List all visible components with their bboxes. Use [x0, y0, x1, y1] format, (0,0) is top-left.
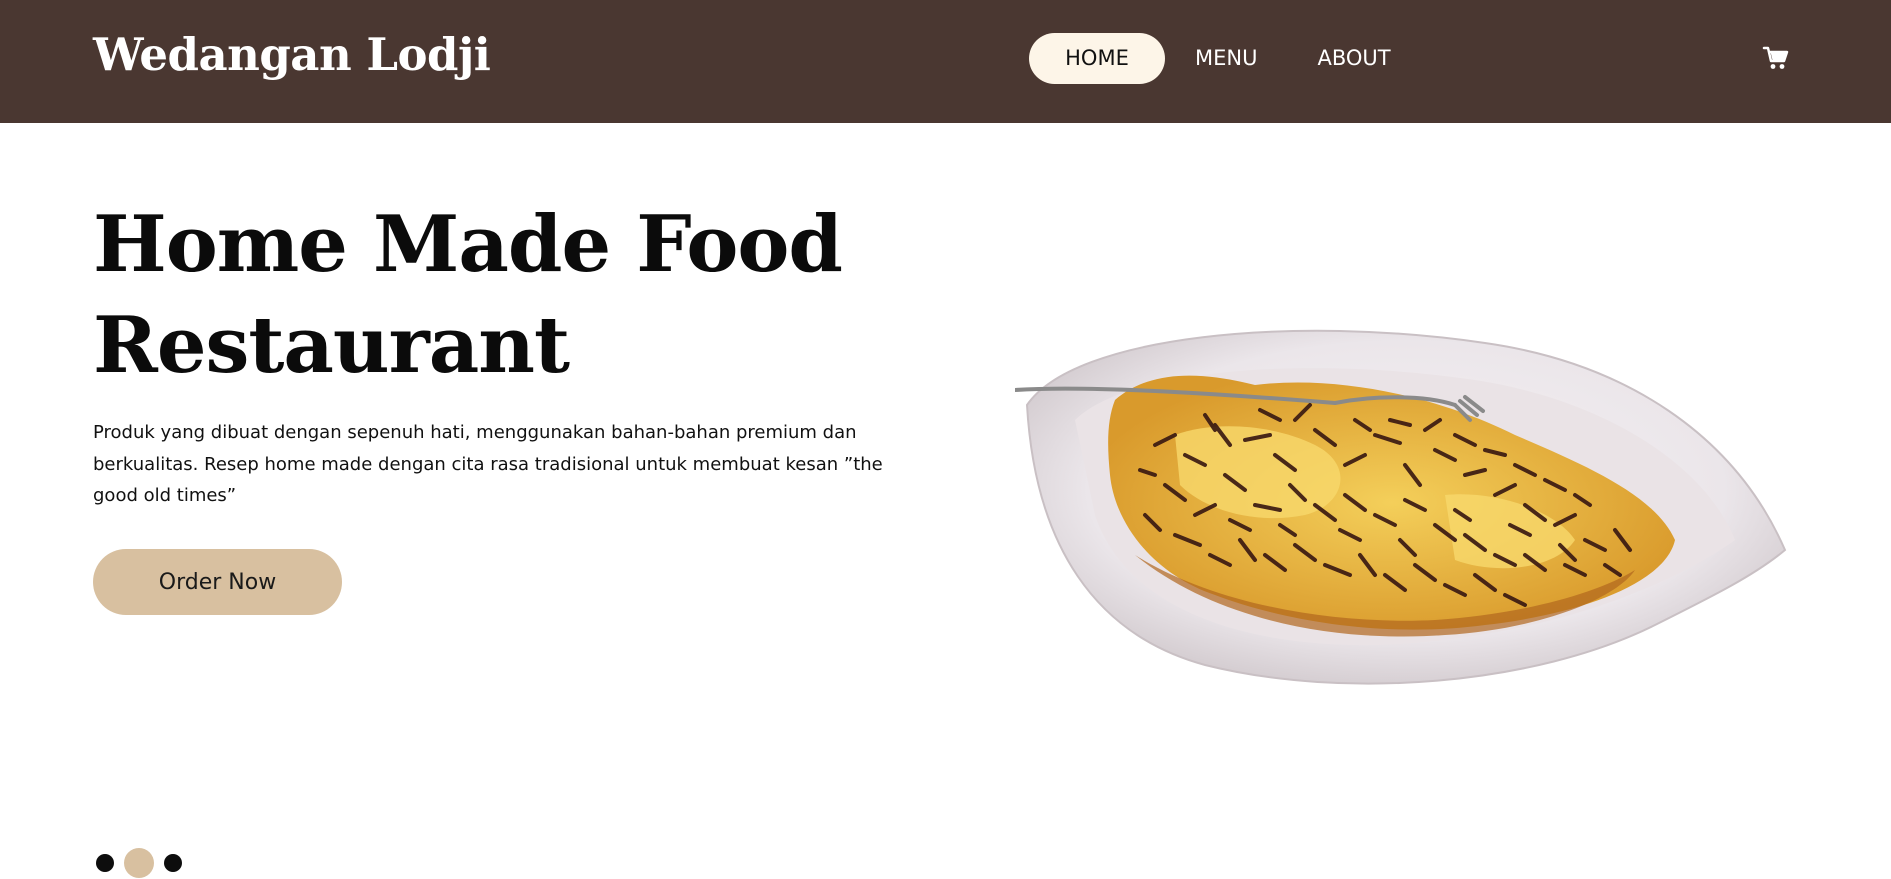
brand-logo[interactable]: Wedangan Lodji — [93, 28, 491, 81]
hero-title-line-1: Home Made Food — [93, 199, 843, 290]
nav-about-link[interactable]: ABOUT — [1317, 33, 1390, 84]
carousel-dot-1[interactable] — [96, 854, 114, 872]
hero-description: Produk yang dibuat dengan sepenuh hati, … — [93, 422, 883, 506]
nav-menu-link[interactable]: MENU — [1195, 33, 1257, 84]
nav-home-link[interactable]: HOME — [1029, 33, 1165, 84]
order-now-button[interactable]: Order Now — [93, 549, 342, 615]
food-plate-image — [1013, 325, 1790, 695]
navbar: Wedangan Lodji HOME MENU ABOUT — [0, 0, 1891, 123]
cart-icon-graphic — [1762, 46, 1789, 69]
carousel-dot-2[interactable] — [124, 848, 154, 878]
hero-title: Home Made Food Restaurant — [93, 194, 993, 396]
main-nav: HOME MENU ABOUT — [1029, 33, 1391, 84]
carousel-dot-3[interactable] — [164, 854, 182, 872]
cart-icon[interactable] — [1762, 44, 1790, 72]
hero-title-line-2: Restaurant — [93, 300, 570, 391]
carousel-dots — [96, 848, 182, 878]
